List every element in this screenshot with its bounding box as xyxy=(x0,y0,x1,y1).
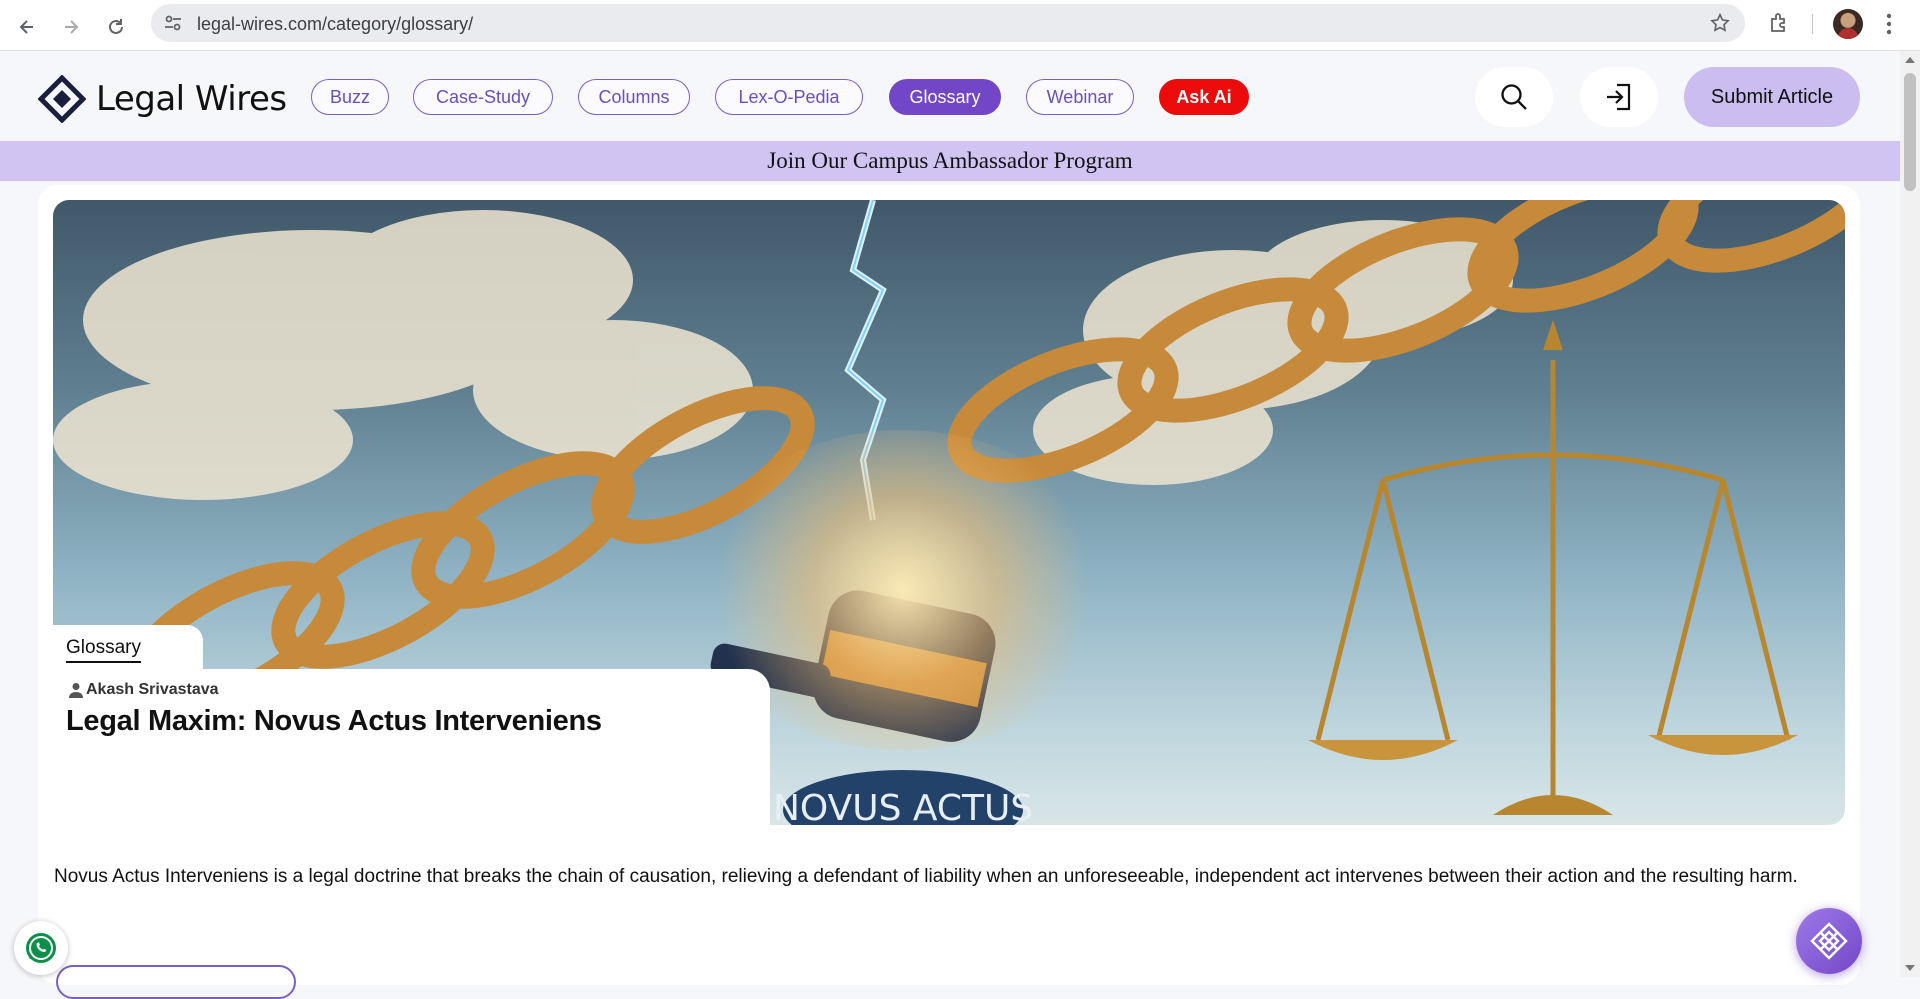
whatsapp-icon xyxy=(26,933,56,963)
ai-assistant-button[interactable] xyxy=(1796,908,1862,974)
read-more-button[interactable] xyxy=(56,965,296,999)
site-info-icon[interactable] xyxy=(163,13,183,38)
category-tab: Glossary xyxy=(53,625,203,671)
reload-icon[interactable] xyxy=(98,9,134,45)
search-icon xyxy=(1501,84,1527,110)
login-icon xyxy=(1607,83,1631,111)
campus-ambassador-banner[interactable]: Join Our Campus Ambassador Program xyxy=(0,141,1900,181)
forward-icon[interactable] xyxy=(53,9,89,45)
login-button[interactable] xyxy=(1580,67,1658,127)
nav-buzz[interactable]: Buzz xyxy=(311,79,389,115)
nav-case-study[interactable]: Case-Study xyxy=(413,79,553,115)
browser-toolbar: legal-wires.com/category/glossary/ xyxy=(0,0,1920,51)
address-bar[interactable]: legal-wires.com/category/glossary/ xyxy=(151,4,1745,42)
category-tag[interactable]: Glossary xyxy=(66,637,141,663)
scrollbar-thumb[interactable] xyxy=(1904,73,1916,191)
more-menu-icon[interactable] xyxy=(1885,12,1893,41)
ai-assistant-icon xyxy=(1810,922,1848,960)
hero-caption-text: NOVUS ACTUS xyxy=(773,788,1033,825)
page-scrollbar[interactable] xyxy=(1900,51,1920,977)
nav-ask-ai[interactable]: Ask Ai xyxy=(1159,79,1249,115)
nav-webinar[interactable]: Webinar xyxy=(1026,79,1134,115)
article-title[interactable]: Legal Maxim: Novus Actus Interveniens xyxy=(66,705,602,738)
nav-lex-o-pedia[interactable]: Lex-O-Pedia xyxy=(715,79,863,115)
search-button[interactable] xyxy=(1475,67,1553,127)
url-text[interactable]: legal-wires.com/category/glossary/ xyxy=(197,14,473,35)
scroll-down-arrow[interactable] xyxy=(1905,965,1915,971)
author-name[interactable]: Akash Srivastava xyxy=(86,681,219,699)
site-logo[interactable]: Legal Wires xyxy=(38,75,287,123)
user-icon xyxy=(69,683,83,698)
author-line: Akash Srivastava xyxy=(69,681,219,699)
profile-avatar[interactable] xyxy=(1833,9,1863,39)
nav-glossary[interactable]: Glossary xyxy=(889,79,1001,115)
toolbar-divider xyxy=(1812,14,1813,34)
article-info-box: Akash Srivastava Legal Maxim: Novus Actu… xyxy=(53,669,770,825)
submit-article-button[interactable]: Submit Article xyxy=(1684,67,1860,127)
nav-columns[interactable]: Columns xyxy=(578,79,690,115)
back-icon[interactable] xyxy=(9,9,45,45)
site-header: Legal Wires Buzz Case-Study Columns Lex-… xyxy=(0,51,1900,141)
bookmark-star-icon[interactable] xyxy=(1709,12,1731,39)
article-excerpt: Novus Actus Interveniens is a legal doct… xyxy=(54,866,1798,887)
scroll-up-arrow[interactable] xyxy=(1905,57,1915,63)
whatsapp-button[interactable] xyxy=(14,921,68,975)
logo-diamond-icon xyxy=(38,75,86,123)
extensions-icon[interactable] xyxy=(1768,11,1792,40)
logo-text: Legal Wires xyxy=(96,79,287,119)
